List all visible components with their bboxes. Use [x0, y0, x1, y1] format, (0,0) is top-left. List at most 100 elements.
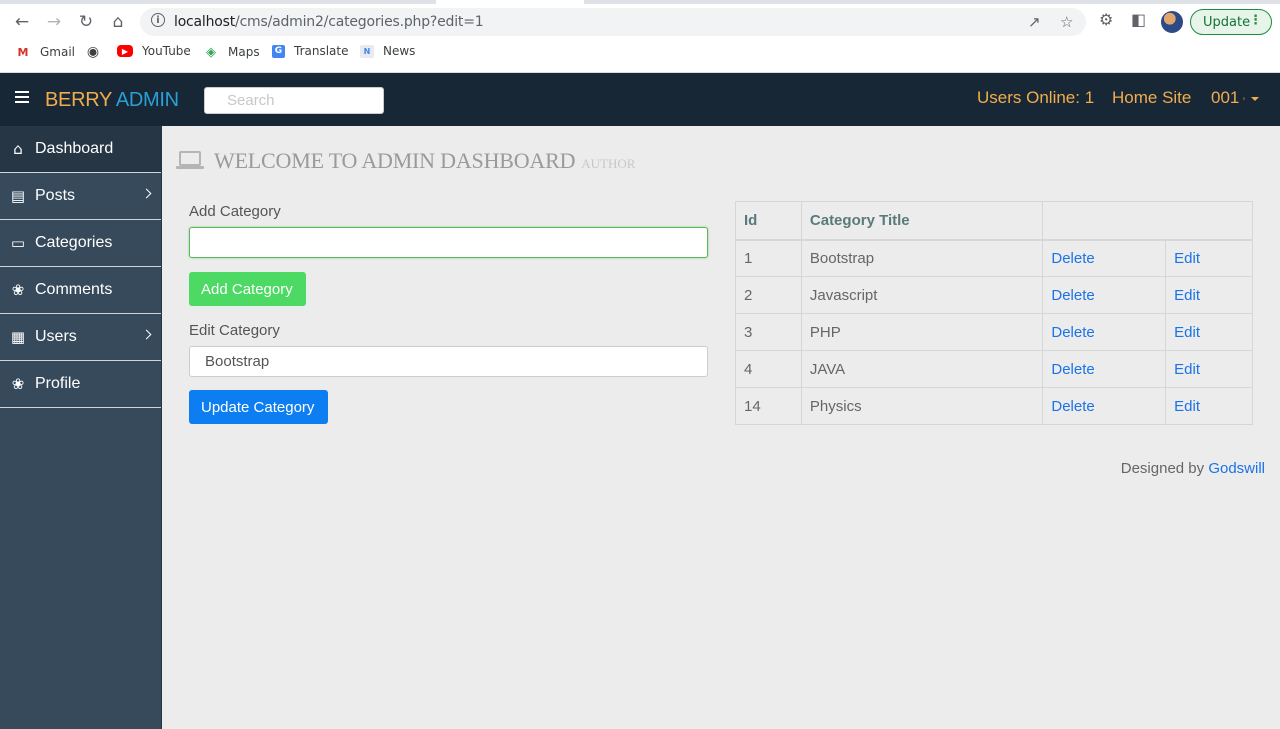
sidebar-item-users[interactable]: ▦ Users — [0, 314, 161, 361]
globe-icon: ◉ — [86, 44, 100, 60]
sidebar-item-label: Posts — [35, 187, 76, 204]
table-row: 1 Bootstrap Delete Edit — [735, 239, 1253, 277]
edit-link[interactable]: Edit — [1165, 387, 1253, 425]
add-category-button[interactable]: Add Category — [189, 272, 306, 306]
delete-link[interactable]: Delete — [1042, 239, 1167, 277]
side-panel-icon[interactable]: ◧ — [1131, 10, 1146, 29]
bookmarks-bar: M Gmail ◉ ▶ YouTube ◈ Maps G Translate N News — [0, 44, 1280, 64]
cell-id: 4 — [735, 350, 802, 388]
browser-update-button[interactable]: Update ⋮ — [1190, 9, 1272, 35]
page-subtitle: AUTHOR — [581, 156, 636, 171]
sidebar: ⌂ Dashboard ▤ Posts ▭ Categories ❀ Comme… — [0, 126, 162, 729]
laptop-icon — [176, 151, 204, 169]
address-bar[interactable]: i localhost/cms/admin2/categories.php?ed… — [140, 8, 1086, 36]
app-header: BERRY ADMIN Users Online: 1 Home Site 00… — [0, 73, 1280, 126]
table-icon: ▦ — [10, 328, 26, 346]
brand-text-berry: BERRY — [45, 89, 112, 111]
home-site-link[interactable]: Home Site — [1112, 88, 1191, 108]
gmail-icon: M — [17, 45, 29, 59]
document-icon: ▤ — [10, 187, 26, 205]
categories-table: Id Category Title 1 Bootstrap Delete Edi… — [735, 201, 1253, 425]
footer: Designed by Godswill — [1121, 460, 1265, 477]
active-tab[interactable] — [436, 0, 584, 4]
sidebar-item-comments[interactable]: ❀ Comments — [0, 267, 161, 314]
search-input[interactable] — [204, 87, 384, 114]
sidebar-item-label: Dashboard — [35, 140, 114, 157]
delete-link[interactable]: Delete — [1042, 276, 1167, 314]
bookmark-globe[interactable]: ◉ — [85, 44, 110, 60]
tab-strip — [0, 0, 1280, 4]
bookmark-gmail[interactable]: M Gmail — [15, 44, 76, 60]
cell-title: Javascript — [800, 276, 1044, 314]
table-header-row: Id Category Title — [735, 201, 1253, 241]
user-dropdown[interactable]: 001 ◦ — [1211, 88, 1260, 108]
update-label: Update — [1203, 14, 1251, 30]
footer-author-link[interactable]: Godswill — [1208, 460, 1265, 477]
bookmark-maps[interactable]: ◈ Maps — [203, 44, 260, 60]
browser-chrome: ← → ↻ ⌂ i localhost/cms/admin2/categorie… — [0, 0, 1280, 73]
news-icon: N — [360, 44, 374, 58]
column-header-title: Category Title — [800, 201, 1044, 241]
sidebar-item-label: Categories — [35, 234, 113, 251]
sidebar-item-posts[interactable]: ▤ Posts — [0, 173, 161, 220]
bookmark-translate[interactable]: G Translate — [272, 44, 349, 58]
sidebar-item-label: Comments — [35, 281, 113, 298]
bookmark-news[interactable]: N News — [360, 44, 415, 58]
youtube-icon: ▶ — [117, 45, 133, 57]
column-header-actions — [1042, 201, 1253, 241]
footer-text: Designed by — [1120, 460, 1205, 477]
add-category-input[interactable] — [189, 227, 708, 258]
delete-link[interactable]: Delete — [1042, 350, 1167, 388]
edit-link[interactable]: Edit — [1165, 350, 1253, 388]
cell-id: 3 — [735, 313, 802, 351]
page-title: WELCOME TO ADMIN DASHBOARD — [214, 148, 576, 173]
edit-category-input[interactable] — [189, 346, 708, 377]
home-button-icon[interactable]: ⌂ — [106, 10, 130, 34]
edit-category-label: Edit Category — [189, 322, 280, 339]
menu-kebab-icon: ⋮ — [1249, 13, 1262, 28]
brand-logo[interactable]: BERRY ADMIN — [45, 89, 179, 112]
cell-id: 2 — [735, 276, 802, 314]
column-header-id: Id — [735, 201, 802, 241]
profile-avatar[interactable] — [1161, 11, 1183, 33]
monitor-icon: ▭ — [10, 234, 26, 252]
bookmark-youtube[interactable]: ▶ YouTube — [117, 44, 191, 58]
table-row: 14 Physics Delete Edit — [735, 387, 1253, 425]
maps-icon: ◈ — [206, 44, 216, 60]
table-row: 4 JAVA Delete Edit — [735, 350, 1253, 388]
hamburger-menu-icon[interactable] — [15, 91, 29, 106]
delete-link[interactable]: Delete — [1042, 387, 1167, 425]
users-online-link[interactable]: Users Online: 1 — [977, 88, 1094, 108]
add-category-label: Add Category — [189, 203, 281, 220]
edit-link[interactable]: Edit — [1165, 276, 1253, 314]
edit-link[interactable]: Edit — [1165, 239, 1253, 277]
caret-down-icon — [1251, 96, 1260, 101]
user-name: 001 — [1211, 88, 1240, 107]
sidebar-item-label: Users — [35, 328, 77, 345]
sidebar-item-label: Profile — [35, 375, 81, 392]
share-icon[interactable]: ↗ — [1028, 13, 1041, 31]
brand-text-admin: ADMIN — [115, 89, 179, 111]
atom-icon: ❀ — [11, 375, 25, 393]
atom-icon: ❀ — [11, 281, 25, 299]
translate-icon: G — [272, 44, 285, 58]
site-info-icon[interactable]: i — [151, 13, 165, 27]
chevron-right-icon — [141, 188, 152, 199]
forward-icon[interactable]: → — [42, 10, 66, 34]
sidebar-item-profile[interactable]: ❀ Profile — [0, 361, 161, 408]
table-row: 2 Javascript Delete Edit — [735, 276, 1253, 314]
cell-title: PHP — [800, 313, 1044, 351]
reload-icon[interactable]: ↻ — [74, 10, 98, 34]
url-text[interactable]: localhost/cms/admin2/categories.php?edit… — [174, 14, 484, 30]
sidebar-item-dashboard[interactable]: ⌂ Dashboard — [0, 126, 161, 173]
delete-link[interactable]: Delete — [1042, 313, 1167, 351]
sidebar-item-categories[interactable]: ▭ Categories — [0, 220, 161, 267]
back-icon[interactable]: ← — [10, 10, 34, 34]
extensions-icon[interactable]: ⚙ — [1099, 10, 1113, 29]
update-category-button[interactable]: Update Category — [189, 390, 328, 424]
edit-link[interactable]: Edit — [1165, 313, 1253, 351]
user-dot-icon: ◦ — [1242, 94, 1246, 104]
page-heading: WELCOME TO ADMIN DASHBOARD AUTHOR — [176, 148, 635, 174]
bookmark-star-icon[interactable]: ☆ — [1060, 13, 1073, 31]
home-icon: ⌂ — [13, 140, 23, 158]
